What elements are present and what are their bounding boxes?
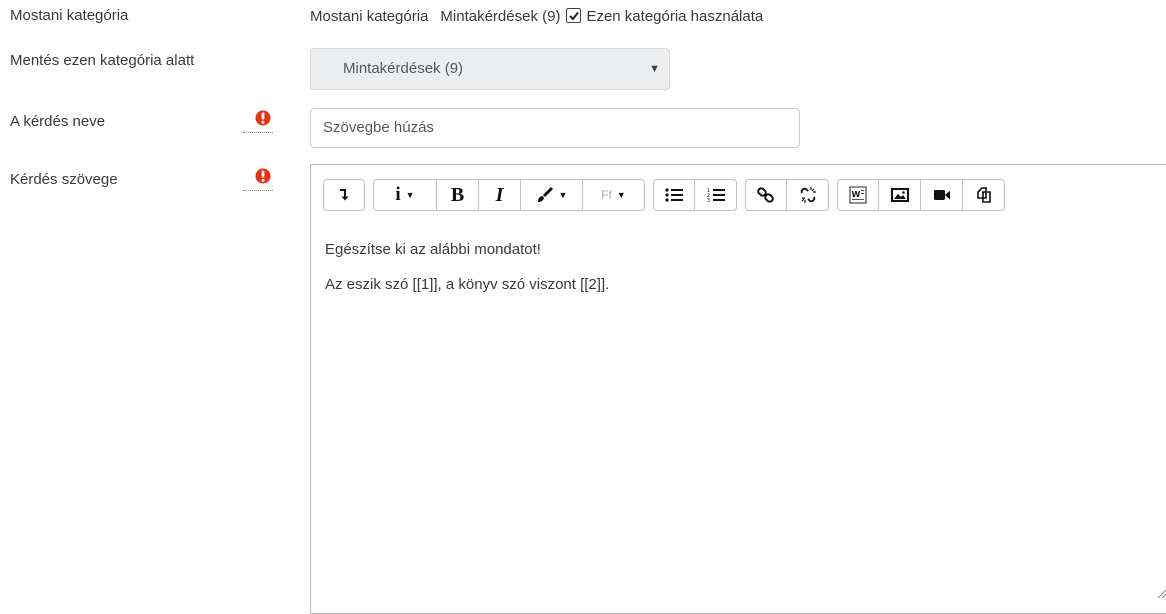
ordered-list-button[interactable]: 123	[695, 179, 737, 211]
editor-toolbar: i ▼ B I ▼ Ff ▼ 123 W	[323, 179, 1013, 211]
unordered-list-button[interactable]	[653, 179, 695, 211]
info-icon: i	[395, 184, 401, 205]
unordered-list-icon	[665, 188, 683, 202]
italic-button[interactable]: I	[479, 179, 521, 211]
current-category-name: Mintakérdések (9)	[440, 8, 561, 25]
question-name-input[interactable]: Szövegbe húzás	[310, 108, 800, 148]
paste-from-word-button[interactable]: W	[837, 179, 879, 211]
bold-button[interactable]: B	[437, 179, 479, 211]
svg-text:3: 3	[707, 198, 710, 203]
unlink-icon	[800, 187, 816, 203]
collapse-toolbar-button[interactable]	[323, 179, 365, 211]
editor-paragraph: Egészítse ki az alábbi mondatot!	[325, 241, 541, 258]
image-icon	[890, 188, 909, 202]
resize-handle-icon[interactable]	[1155, 587, 1166, 599]
editor-paragraph: Az eszik szó [[1]], a könyv szó viszont …	[325, 276, 610, 293]
save-category-selected: Mintakérdések (9)	[343, 60, 464, 77]
manage-files-button[interactable]	[963, 179, 1005, 211]
collapse-icon	[340, 189, 349, 201]
word-paste-icon: W	[849, 186, 867, 204]
caret-down-icon: ▼	[405, 190, 415, 200]
bold-icon: B	[450, 183, 465, 206]
current-category-value-label: Mostani kategória	[310, 8, 429, 25]
save-category-label: Mentés ezen kategória alatt	[10, 52, 195, 69]
unlink-button[interactable]	[787, 179, 829, 211]
insert-image-button[interactable]	[879, 179, 921, 211]
insert-media-button[interactable]	[921, 179, 963, 211]
question-name-label: A kérdés neve	[10, 113, 106, 130]
question-text-label: Kérdés szövege	[10, 171, 118, 188]
required-icon	[255, 168, 271, 184]
link-button[interactable]	[745, 179, 787, 211]
current-category-label: Mostani kategória	[10, 7, 129, 24]
color-button[interactable]: ▼	[521, 179, 583, 211]
font-icon: Ff	[601, 188, 612, 202]
editor-content[interactable]: Egészítse ki az alábbi mondatot! Az eszi…	[325, 241, 609, 311]
save-category-select[interactable]: Mintakérdések (9) ▼	[310, 48, 670, 90]
current-category-value: Mostani kategória Mintakérdések (9) Ezen…	[310, 8, 763, 25]
use-category-checkbox[interactable]	[566, 8, 582, 23]
chevron-down-icon: ▼	[649, 63, 660, 75]
ordered-list-icon: 123	[707, 188, 725, 203]
question-text-editor[interactable]: i ▼ B I ▼ Ff ▼ 123 W Egészítse ki az alá…	[310, 164, 1166, 614]
paragraph-style-button[interactable]: i ▼	[373, 179, 437, 211]
caret-down-icon: ▼	[616, 190, 626, 200]
brush-icon	[537, 187, 553, 202]
font-button[interactable]: Ff ▼	[583, 179, 645, 211]
check-icon	[569, 11, 579, 21]
video-icon	[933, 190, 950, 200]
use-category-checkbox-label[interactable]: Ezen kategória használata	[586, 8, 763, 25]
link-icon	[757, 187, 774, 203]
caret-down-icon: ▼	[558, 190, 568, 200]
required-indicator	[243, 110, 273, 133]
italic-icon: I	[495, 183, 504, 206]
required-icon	[255, 110, 271, 126]
required-indicator	[243, 168, 273, 191]
svg-text:W: W	[852, 190, 861, 199]
copy-icon	[976, 187, 991, 203]
